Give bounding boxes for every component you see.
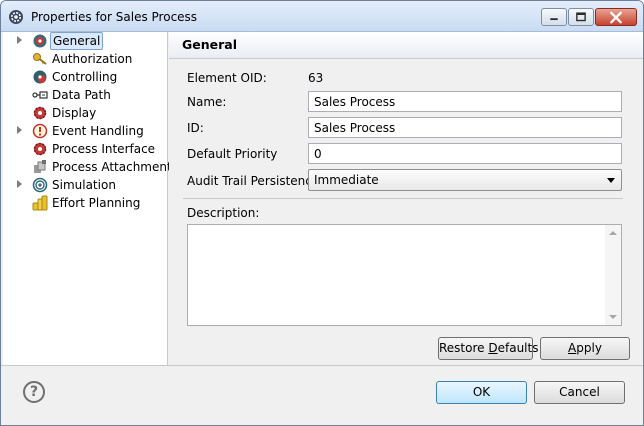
id-input[interactable]: Sales Process: [308, 117, 622, 138]
description-textarea[interactable]: [187, 224, 622, 326]
tree-item-general[interactable]: General: [3, 32, 167, 50]
name-input[interactable]: Sales Process: [308, 91, 622, 112]
cancel-button[interactable]: Cancel: [534, 381, 625, 404]
title-bar[interactable]: Properties for Sales Process: [1, 1, 643, 32]
expand-arrow-icon[interactable]: [17, 36, 22, 44]
tree-item-display[interactable]: Display: [3, 104, 167, 122]
tree-item-label: Display: [52, 106, 97, 120]
coins-icon: [32, 195, 48, 211]
dropdown-arrow-icon[interactable]: [607, 178, 615, 183]
tree-item-label: Process Interface: [52, 142, 156, 156]
tree-item-process-attachments[interactable]: Process Attachments: [3, 158, 178, 176]
tree-item-label: Simulation: [52, 178, 116, 192]
element-oid-label: Element OID:: [187, 71, 267, 85]
gear-icon: [33, 106, 47, 120]
separator: [183, 198, 623, 199]
tree-item-process-interface[interactable]: Process Interface: [3, 140, 167, 158]
tree-item-label: General: [50, 32, 104, 50]
ok-button[interactable]: OK: [436, 381, 527, 404]
default-priority-label: Default Priority: [187, 147, 278, 161]
gear-icon: [33, 34, 47, 48]
close-icon: [610, 11, 622, 24]
warning-icon: [32, 123, 48, 139]
tree-item-simulation[interactable]: Simulation: [3, 176, 167, 194]
audit-trail-select[interactable]: Immediate: [308, 169, 622, 191]
tree-item-label: Controlling: [52, 70, 118, 84]
window-title: Properties for Sales Process: [31, 10, 198, 24]
minimize-icon: [550, 18, 558, 21]
tree-item-data-path[interactable]: Data Path: [3, 86, 167, 104]
name-label: Name:: [187, 95, 227, 109]
help-icon[interactable]: ?: [23, 381, 45, 403]
element-oid-value: 63: [308, 71, 324, 85]
tree-item-label: Event Handling: [52, 124, 144, 138]
apply-button[interactable]: Apply: [540, 337, 630, 360]
restore-defaults-button[interactable]: Restore Defaults: [438, 337, 538, 360]
minimize-button[interactable]: [541, 8, 567, 26]
properties-tree: General Authorization Controlling Data P…: [3, 32, 178, 365]
tree-item-label: Data Path: [52, 88, 111, 102]
id-label: ID:: [187, 121, 204, 135]
tree-item-event-handling[interactable]: Event Handling: [3, 122, 167, 140]
tree-item-authorization[interactable]: Authorization: [3, 50, 167, 68]
description-scrollbar[interactable]: [605, 225, 621, 325]
panel-title: General: [182, 37, 237, 52]
panel-header: General: [169, 32, 643, 59]
app-gear-icon: [9, 10, 23, 24]
gear-icon: [33, 142, 47, 156]
expand-arrow-icon[interactable]: [17, 126, 22, 134]
footer-separator: [1, 365, 643, 366]
expand-arrow-icon[interactable]: [17, 180, 22, 188]
spiral-icon: [32, 177, 48, 193]
properties-dialog: Properties for Sales Process General Aut…: [0, 0, 644, 426]
scroll-up-icon[interactable]: [609, 231, 617, 235]
maximize-icon: [576, 12, 586, 22]
tree-item-effort-planning[interactable]: Effort Planning: [3, 194, 167, 212]
gear-icon: [33, 70, 47, 84]
data-path-icon: [32, 91, 48, 99]
default-priority-input[interactable]: 0: [308, 143, 622, 164]
properties-panel: General Element OID: 63 Name: Sales Proc…: [169, 32, 643, 365]
audit-trail-label: Audit Trail Persistence: [187, 174, 320, 188]
close-button[interactable]: [595, 8, 637, 26]
maximize-button[interactable]: [568, 8, 594, 26]
scroll-down-icon[interactable]: [609, 315, 617, 319]
attachment-icon: [34, 160, 46, 173]
key-icon: [33, 53, 47, 65]
description-label: Description:: [187, 206, 260, 220]
tree-item-label: Process Attachments: [52, 160, 178, 174]
tree-item-label: Effort Planning: [52, 196, 141, 210]
tree-item-controlling[interactable]: Controlling: [3, 68, 167, 86]
tree-item-label: Authorization: [52, 52, 133, 66]
audit-trail-value: Immediate: [314, 173, 379, 187]
